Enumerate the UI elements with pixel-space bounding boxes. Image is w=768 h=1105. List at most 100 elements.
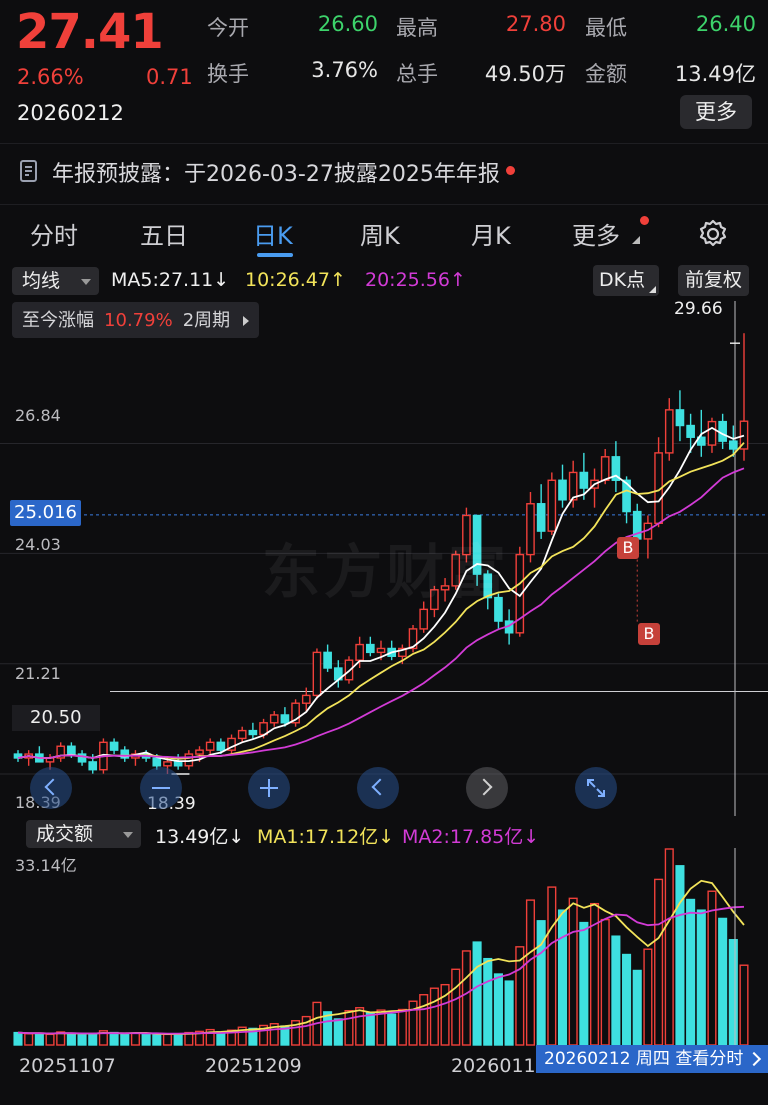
volume-bar bbox=[493, 973, 503, 1046]
tab-more[interactable]: 更多 bbox=[572, 216, 620, 251]
volume-bar bbox=[557, 909, 568, 1046]
more-quote-button[interactable]: 更多 bbox=[680, 95, 752, 129]
candle bbox=[547, 472, 557, 536]
dk-point-button[interactable]: DK点 bbox=[593, 265, 660, 296]
view-intraday-badge[interactable]: 20260212 周四 查看分时 bbox=[536, 1045, 768, 1073]
candle bbox=[365, 636, 375, 657]
last-price: 27.41 bbox=[16, 4, 164, 60]
volume-bar bbox=[579, 921, 589, 1046]
candle bbox=[227, 734, 236, 755]
active-tab-indicator bbox=[257, 253, 293, 257]
chevron-left-icon bbox=[371, 778, 389, 796]
volume-bar bbox=[88, 1033, 98, 1046]
corner-icon bbox=[649, 286, 657, 293]
volume-bar bbox=[162, 1033, 173, 1046]
page-next-button[interactable] bbox=[466, 767, 508, 809]
scroll-left-button[interactable] bbox=[30, 767, 72, 809]
candle bbox=[312, 648, 322, 700]
volume-bar bbox=[45, 1033, 55, 1046]
notice-dot bbox=[505, 165, 515, 175]
expand-icon bbox=[587, 779, 605, 797]
quote-field-value: 27.80 bbox=[505, 12, 566, 36]
tab-monthly-k[interactable]: 月K bbox=[471, 216, 511, 251]
zoom-in-button[interactable] bbox=[248, 767, 290, 809]
quote-field-label: 换手 bbox=[207, 62, 249, 86]
y-label: 26.84 bbox=[15, 406, 61, 425]
volume-bar bbox=[77, 1034, 87, 1046]
volume-bar bbox=[547, 886, 557, 1046]
candle bbox=[739, 333, 749, 461]
divider bbox=[0, 204, 768, 205]
buy-signal-badge[interactable]: B bbox=[638, 623, 660, 645]
watermark: 东方财富 bbox=[262, 538, 511, 606]
volume-bar bbox=[718, 917, 728, 1046]
volume-amount: 13.49亿↓ bbox=[155, 826, 245, 848]
volume-bar bbox=[344, 1009, 354, 1046]
tab-five-day[interactable]: 五日 bbox=[140, 216, 188, 251]
candle bbox=[707, 417, 717, 453]
range-label: 至今涨幅 bbox=[22, 310, 94, 331]
x-date-label: 20251107 bbox=[19, 1055, 116, 1077]
volume-bar bbox=[376, 1009, 386, 1046]
x-date-label: 20251209 bbox=[205, 1055, 302, 1077]
indicator-select[interactable]: 均线 bbox=[12, 267, 99, 295]
max-price-label: 29.66 bbox=[674, 299, 723, 319]
volume-bar bbox=[109, 1031, 119, 1046]
candle bbox=[387, 640, 397, 661]
volume-bar bbox=[216, 1031, 226, 1046]
chevron-left-icon bbox=[44, 778, 62, 796]
candle bbox=[291, 699, 300, 727]
candle bbox=[269, 711, 279, 727]
level-price-tag: 20.50 bbox=[12, 705, 100, 731]
ma20-value: 20:25.56↑ bbox=[365, 269, 466, 291]
gear-icon[interactable] bbox=[697, 218, 729, 250]
volume-bar bbox=[173, 1033, 183, 1046]
volume-bar bbox=[643, 948, 653, 1046]
quote-field-value: 26.60 bbox=[317, 12, 378, 36]
quote-field-value: 3.76% bbox=[311, 58, 378, 82]
zoom-out-button[interactable] bbox=[140, 767, 182, 809]
notice-text: 年报预披露：于2026-03-27披露2025年年报 bbox=[52, 162, 500, 187]
tab-weekly-k[interactable]: 周K bbox=[360, 216, 400, 251]
annual-report-notice[interactable]: 年报预披露：于2026-03-27披露2025年年报 bbox=[20, 156, 515, 188]
volume-bar bbox=[654, 878, 664, 1046]
candle bbox=[323, 644, 332, 672]
fullscreen-button[interactable] bbox=[575, 767, 617, 809]
plus-icon-vertical bbox=[268, 779, 270, 797]
volume-bar bbox=[387, 1013, 397, 1046]
quote-field-label: 总手 bbox=[396, 62, 438, 86]
candle bbox=[248, 722, 258, 739]
range-period: 2周期 bbox=[182, 310, 231, 331]
y-label: 24.03 bbox=[15, 535, 61, 554]
volume-indicator-select[interactable]: 成交额 bbox=[26, 820, 141, 848]
chevron-right-icon bbox=[746, 1051, 762, 1067]
volume-chart[interactable] bbox=[0, 848, 768, 1048]
view-intraday-text: 20260212 周四 查看分时 bbox=[544, 1049, 744, 1069]
candle bbox=[536, 484, 546, 539]
range-change-info[interactable]: 至今涨幅 10.79% 2周期 bbox=[12, 302, 259, 338]
y-label: 21.21 bbox=[15, 664, 61, 683]
volume-bar bbox=[664, 848, 674, 1046]
chevron-right-icon bbox=[475, 778, 493, 796]
volume-bar bbox=[429, 987, 439, 1046]
volume-bar bbox=[728, 939, 738, 1046]
volume-y-max: 33.14亿 bbox=[15, 856, 77, 875]
minus-icon bbox=[152, 787, 170, 789]
divider bbox=[0, 143, 768, 144]
tab-intraday[interactable]: 分时 bbox=[30, 216, 78, 251]
ma5-value: MA5:27.11↓ bbox=[111, 269, 230, 291]
tab-daily-k[interactable]: 日K bbox=[253, 216, 293, 251]
quote-field-label: 今开 bbox=[207, 16, 249, 40]
volume-indicator-label: 成交额 bbox=[36, 823, 94, 845]
adjust-button[interactable]: 前复权 bbox=[678, 265, 750, 296]
buy-signal-badge[interactable]: B bbox=[617, 537, 639, 559]
range-value: 10.79% bbox=[104, 310, 173, 331]
volume-bar bbox=[707, 890, 717, 1046]
volume-bar bbox=[622, 953, 632, 1046]
page-prev-button[interactable] bbox=[357, 767, 399, 809]
chevron-down-icon bbox=[632, 236, 640, 244]
volume-bar bbox=[365, 1011, 375, 1046]
indicator-select-label: 均线 bbox=[22, 270, 61, 292]
volume-bar bbox=[152, 1034, 162, 1046]
crosshair-price-tag: 25.016 bbox=[10, 500, 81, 526]
